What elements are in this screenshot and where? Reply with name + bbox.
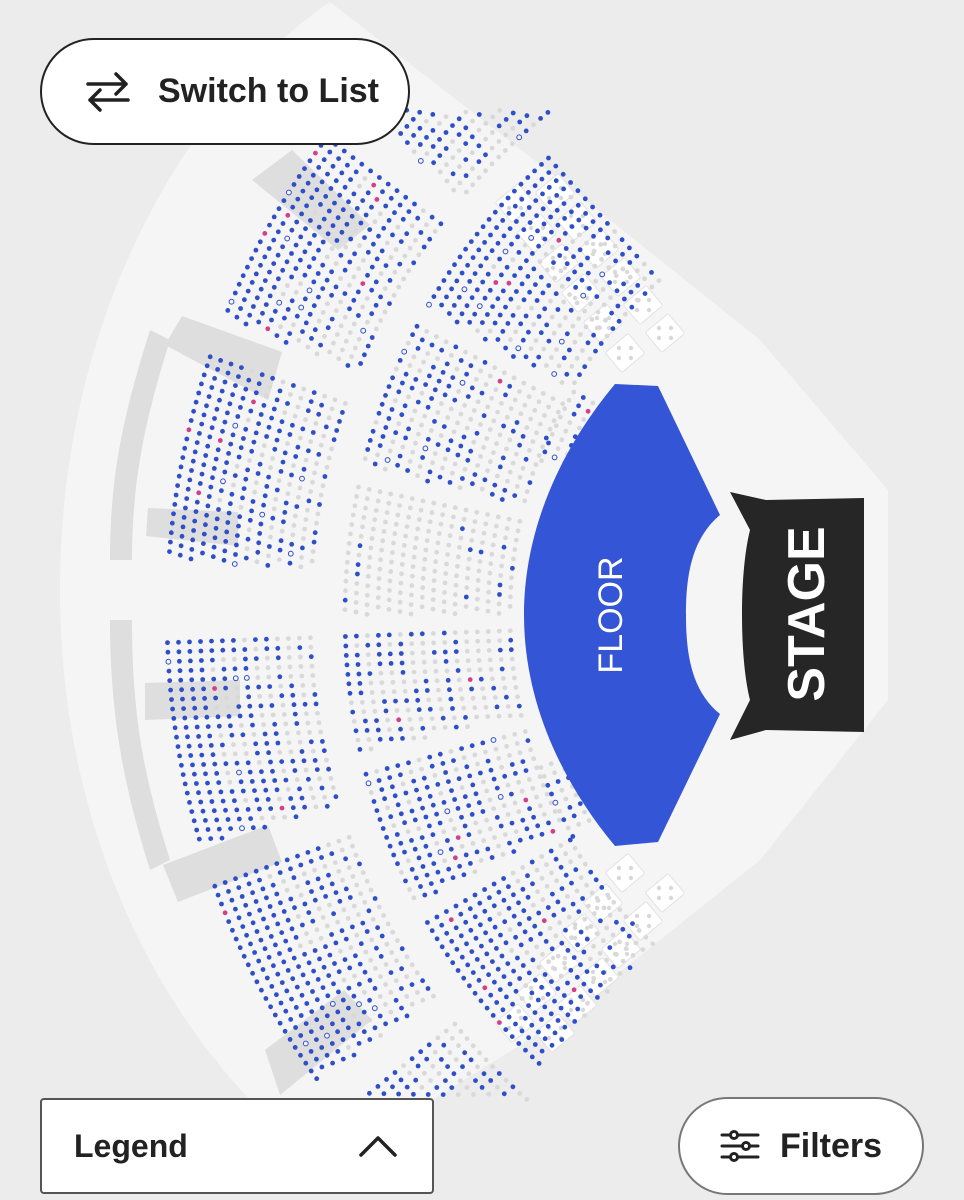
switch-to-list-button[interactable]: Switch to List	[40, 38, 410, 145]
chevron-up-icon	[359, 1136, 397, 1157]
filters-button[interactable]: Filters	[678, 1097, 924, 1195]
legend-toggle-button[interactable]: Legend	[40, 1098, 434, 1194]
seat-map[interactable]: FLOOR STAGE	[0, 0, 964, 1200]
legend-label: Legend	[74, 1127, 188, 1164]
stage: STAGE	[730, 492, 864, 740]
switch-to-list-label: Switch to List	[158, 72, 379, 110]
filters-label: Filters	[780, 1126, 883, 1165]
stage-label: STAGE	[778, 526, 836, 701]
floor-label: FLOOR	[592, 556, 630, 673]
sliders-icon	[720, 1130, 760, 1162]
swap-arrows-icon	[86, 71, 130, 112]
